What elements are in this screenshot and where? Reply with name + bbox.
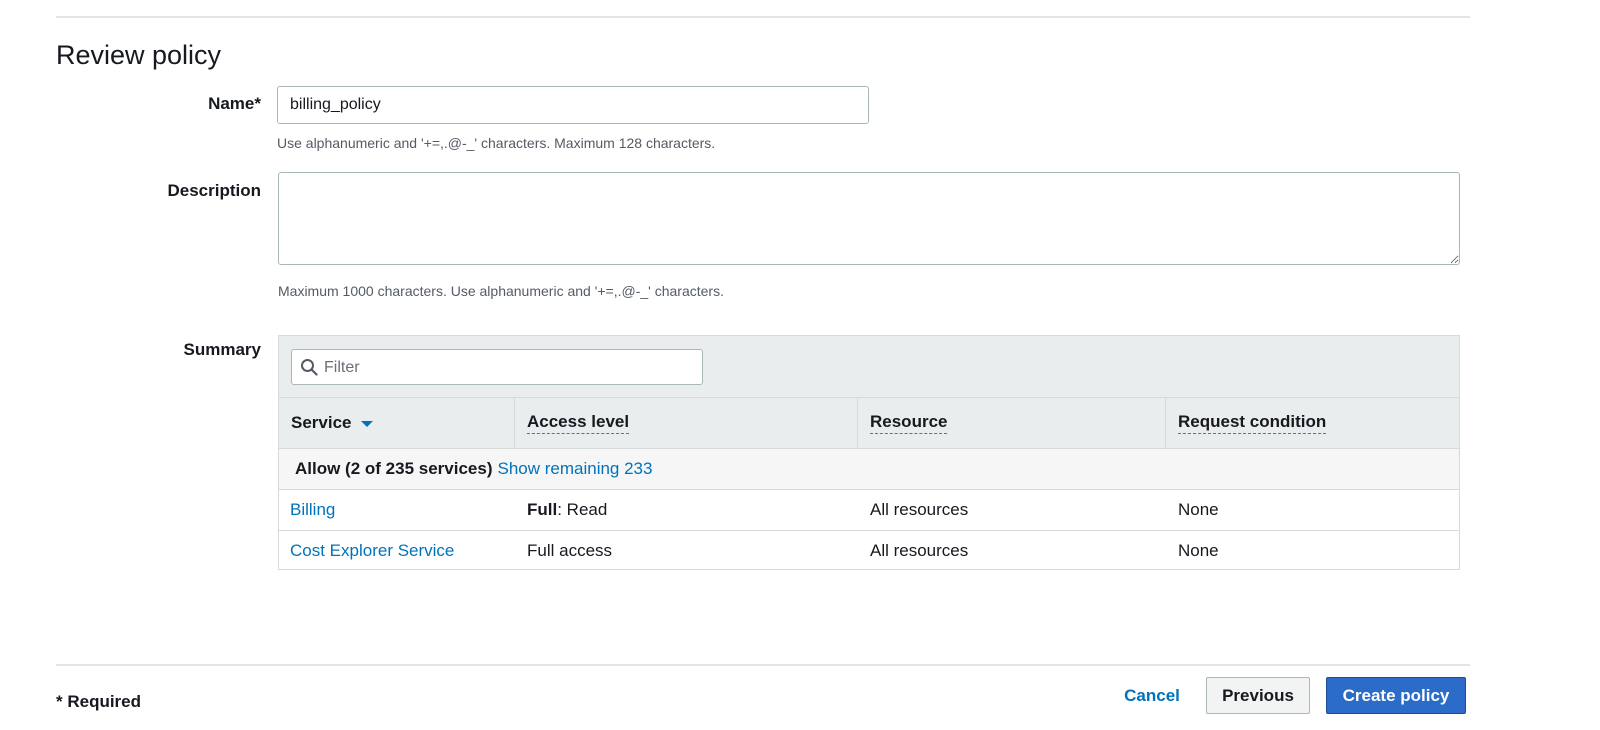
name-hint: Use alphanumeric and '+=,.@-_' character… bbox=[277, 135, 716, 151]
column-header-label: Request condition bbox=[1178, 412, 1327, 434]
description-label: Description bbox=[167, 181, 261, 200]
column-header-label: Resource bbox=[870, 412, 948, 434]
cancel-button[interactable]: Cancel bbox=[1114, 678, 1190, 714]
filter-input[interactable] bbox=[322, 350, 696, 386]
description-hint: Maximum 1000 characters. Use alphanumeri… bbox=[278, 283, 724, 299]
column-header-resource[interactable]: Resource bbox=[858, 398, 1166, 448]
service-link-cost-explorer[interactable]: Cost Explorer Service bbox=[290, 541, 454, 560]
access-level-bold: Full bbox=[527, 500, 558, 519]
table-header-row: Service Access level Resource Request co… bbox=[279, 398, 1459, 449]
access-level-cell: Full access bbox=[515, 541, 858, 561]
resource-cell: All resources bbox=[870, 500, 969, 519]
filter-bar bbox=[279, 336, 1459, 398]
access-level-text: Full access bbox=[527, 541, 613, 560]
resource-cell: All resources bbox=[870, 541, 969, 560]
access-level-cell: Full: Read bbox=[515, 500, 858, 520]
access-level-text: : Read bbox=[557, 500, 608, 519]
top-divider bbox=[56, 16, 1470, 18]
summary-table: Service Access level Resource Request co… bbox=[278, 335, 1460, 570]
request-condition-cell: None bbox=[1178, 541, 1219, 560]
search-icon bbox=[301, 359, 318, 376]
show-remaining-link[interactable]: Show remaining 233 bbox=[497, 459, 652, 479]
description-textarea[interactable] bbox=[278, 172, 1460, 265]
column-header-access-level[interactable]: Access level bbox=[515, 398, 858, 448]
sort-descending-icon[interactable] bbox=[360, 421, 373, 427]
service-link-billing[interactable]: Billing bbox=[290, 500, 335, 519]
column-header-service[interactable]: Service bbox=[279, 398, 515, 448]
allow-group-title: Allow (2 of 235 services) bbox=[295, 459, 493, 478]
summary-label: Summary bbox=[183, 340, 261, 359]
allow-group-row: Allow (2 of 235 services) Show remaining… bbox=[279, 449, 1459, 490]
table-row: Billing Full: Read All resources None bbox=[279, 490, 1459, 531]
page-title: Review policy bbox=[56, 40, 222, 70]
request-condition-cell: None bbox=[1178, 500, 1219, 519]
name-label: Name* bbox=[208, 94, 261, 113]
name-input[interactable] bbox=[277, 86, 869, 124]
required-note: * Required bbox=[56, 692, 142, 711]
table-row: Cost Explorer Service Full access All re… bbox=[279, 531, 1459, 571]
filter-box[interactable] bbox=[291, 349, 703, 386]
column-header-label: Service bbox=[291, 413, 352, 432]
bottom-divider bbox=[56, 664, 1470, 666]
previous-button[interactable]: Previous bbox=[1206, 677, 1310, 714]
column-header-label: Access level bbox=[527, 412, 630, 434]
column-header-request-condition[interactable]: Request condition bbox=[1166, 398, 1459, 448]
create-policy-button[interactable]: Create policy bbox=[1326, 677, 1466, 714]
